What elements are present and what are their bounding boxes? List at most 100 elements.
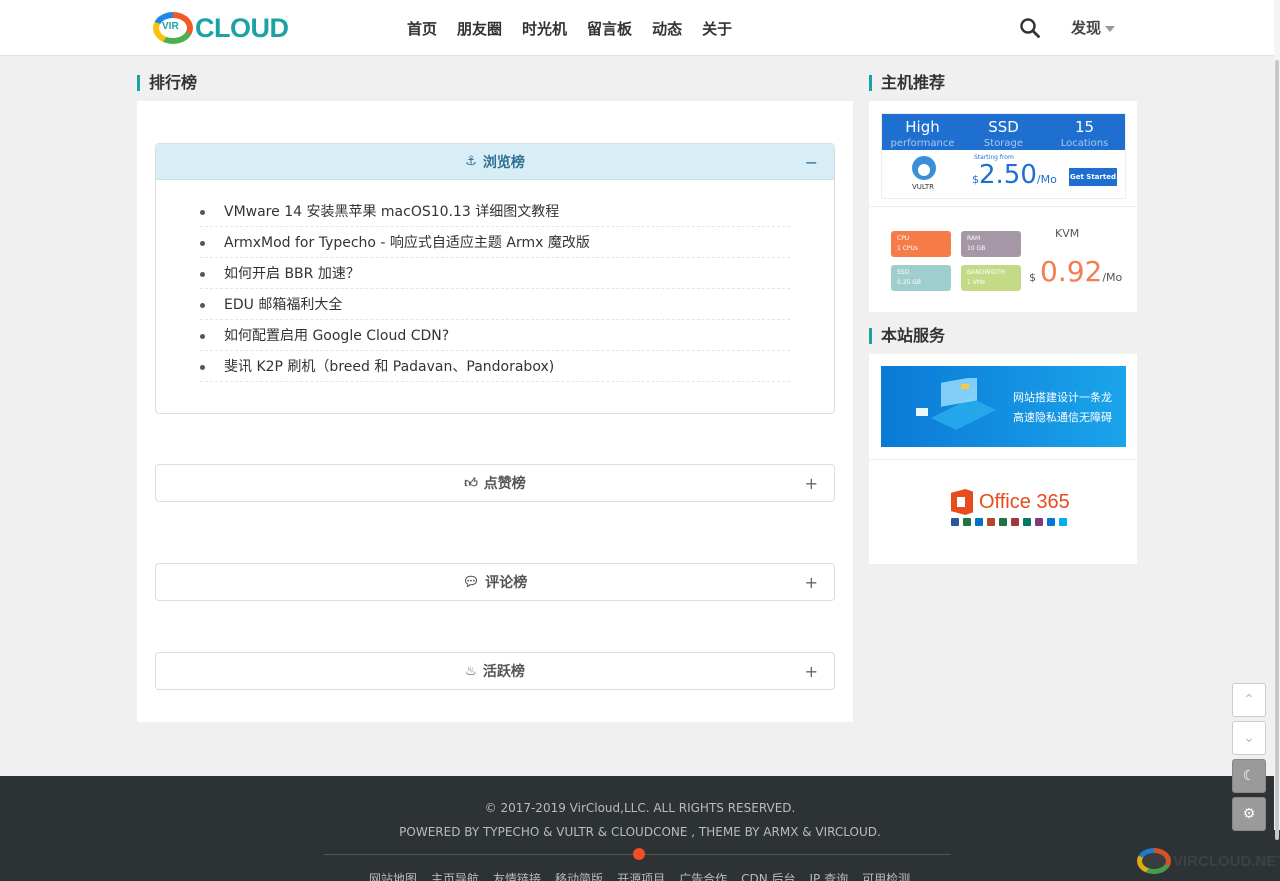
expand-icon[interactable]: + bbox=[805, 662, 818, 681]
panel-comments-label: 评论榜 bbox=[485, 575, 528, 591]
discover-dropdown[interactable]: 发现 bbox=[1071, 17, 1116, 38]
nav-item-home[interactable]: 首页 bbox=[407, 18, 437, 39]
list-item[interactable]: EDU 邮箱福利大全 bbox=[200, 289, 790, 320]
copyright-text: © 2017-2019 VirCloud,LLC. ALL RIGHTS RES… bbox=[484, 801, 796, 815]
panel-likes-label: 点赞榜 bbox=[483, 476, 526, 492]
footer-link[interactable]: 广告合作 bbox=[679, 870, 727, 881]
divider bbox=[869, 459, 1137, 460]
excel2-icon bbox=[999, 518, 1007, 526]
panel-active-header[interactable]: ♨ 活跃榜 + bbox=[156, 653, 834, 689]
discover-label: 发现 bbox=[1071, 19, 1102, 37]
list-item-link[interactable]: EDU 邮箱福利大全 bbox=[224, 297, 342, 313]
outlook-icon bbox=[975, 518, 983, 526]
watermark-logo: VIRCLOUD.NET bbox=[1137, 848, 1280, 874]
nav-item-dynamic[interactable]: 动态 bbox=[652, 18, 682, 39]
cloudcone-ad-banner[interactable]: CPU 1 CPUs RAM 10 GB SSD 0.25 GB BANDWIDTH 1… bbox=[881, 219, 1126, 303]
footer-link[interactable]: 开源项目 bbox=[617, 870, 665, 881]
panel-browse: ⚓ 浏览榜 − VMware 14 安装黑苹果 macOS10.13 详细图文教… bbox=[155, 143, 835, 414]
footer-links: 网站地图 主页导航 友情链接 移动简版 开源项目 广告合作 CDN 后台 IP … bbox=[369, 870, 924, 881]
list-item[interactable]: 如何配置启用 Google Cloud CDN? bbox=[200, 320, 790, 351]
office365-ad[interactable]: Office 365 bbox=[951, 489, 1070, 515]
panel-browse-label: 浏览榜 bbox=[482, 154, 525, 171]
ranking-title: 排行榜 bbox=[137, 73, 197, 93]
spec-box-cpu: CPU 1 CPUs bbox=[891, 231, 951, 257]
cloudcone-price: $0.92/Mo bbox=[1029, 255, 1123, 288]
vultr-brand: VULTR bbox=[912, 183, 934, 191]
panel-likes-header[interactable]: 👍︎ 点赞榜 + bbox=[156, 465, 834, 501]
nav-item-timemachine[interactable]: 时光机 bbox=[522, 18, 567, 39]
list-item[interactable]: VMware 14 安装黑苹果 macOS10.13 详细图文教程 bbox=[200, 196, 790, 227]
service-title: 本站服务 bbox=[869, 326, 945, 346]
gears-icon: ⚙ bbox=[1242, 806, 1256, 822]
office-logo-icon bbox=[951, 489, 973, 515]
panel-browse-header[interactable]: ⚓ 浏览榜 − bbox=[156, 144, 834, 180]
watermark-text: VIRCLOUD.NET bbox=[1173, 852, 1280, 870]
spec-box-bandwidth: BANDWIDTH 1 VMs bbox=[961, 265, 1021, 291]
list-item-link[interactable]: VMware 14 安装黑苹果 macOS10.13 详细图文教程 bbox=[224, 204, 559, 220]
spec-box-ssd: SSD 0.25 GB bbox=[891, 265, 951, 291]
service-banner[interactable]: 网站搭建设计一条龙 高速隐私通信无障碍 bbox=[881, 366, 1126, 447]
panel-comments-header[interactable]: 💬︎ 评论榜 + bbox=[156, 564, 834, 600]
footer-link[interactable]: 主页导航 bbox=[431, 870, 479, 881]
server-illustration-icon bbox=[916, 378, 996, 430]
word-icon bbox=[951, 518, 959, 526]
list-item-link[interactable]: 如何开启 BBR 加速？ bbox=[224, 266, 360, 282]
service-banner-text: 网站搭建设计一条龙 高速隐私通信无障碍 bbox=[1013, 391, 1112, 424]
powered-by-text: POWERED BY TYPECHO & VULTR & CLOUDCONE ,… bbox=[399, 825, 881, 839]
footer-link[interactable]: 移动简版 bbox=[555, 870, 603, 881]
footer-link[interactable]: 网站地图 bbox=[369, 870, 417, 881]
pin-icon: ⚓ bbox=[465, 154, 477, 169]
vultr-get-started-button[interactable]: Get Started bbox=[1069, 168, 1117, 186]
list-item[interactable]: ArmxMod for Typecho - 响应式自适应主题 Armx 魔改版 bbox=[200, 227, 790, 258]
logo-badge-text: VIR bbox=[162, 21, 179, 32]
service-card: 网站搭建设计一条龙 高速隐私通信无障碍 Office 365 bbox=[869, 354, 1137, 564]
list-item[interactable]: 如何开启 BBR 加速？ bbox=[200, 258, 790, 289]
nav-item-friends[interactable]: 朋友圈 bbox=[457, 18, 502, 39]
scroll-up-button[interactable]: ⌃ bbox=[1232, 683, 1266, 717]
footer-link[interactable]: CDN 后台 bbox=[741, 870, 795, 881]
search-icon[interactable] bbox=[1019, 17, 1041, 39]
expand-icon[interactable]: + bbox=[805, 474, 818, 493]
collapse-icon[interactable]: − bbox=[805, 153, 818, 172]
nav-item-guestbook[interactable]: 留言板 bbox=[587, 18, 632, 39]
powerpoint-icon bbox=[987, 518, 995, 526]
fire-icon: ♨ bbox=[465, 663, 477, 679]
scroll-down-button[interactable]: ⌄ bbox=[1232, 721, 1266, 755]
browse-rank-list: VMware 14 安装黑苹果 macOS10.13 详细图文教程 ArmxMo… bbox=[156, 180, 834, 382]
host-title: 主机推荐 bbox=[869, 73, 945, 93]
dark-mode-button[interactable]: ☾ bbox=[1232, 759, 1266, 793]
settings-button[interactable]: ⚙ bbox=[1232, 797, 1266, 831]
site-logo[interactable]: VIR CLOUD bbox=[153, 10, 289, 46]
chevron-up-icon: ⌃ bbox=[1243, 692, 1255, 708]
kvm-label: KVM bbox=[1055, 227, 1080, 240]
list-item-link[interactable]: 斐讯 K2P 刷机（breed 和 Padavan、Pandorabox) bbox=[224, 359, 554, 375]
logo-text: CLOUD bbox=[195, 12, 289, 43]
onedrive-icon bbox=[1047, 518, 1055, 526]
vultr-feature: SSD Storage bbox=[983, 118, 1024, 150]
panel-active: ♨ 活跃榜 + bbox=[155, 652, 835, 690]
vultr-bird-icon bbox=[912, 156, 936, 180]
expand-icon[interactable]: + bbox=[805, 573, 818, 592]
vultr-ad-banner[interactable]: High performance SSD Storage 15 Locations V… bbox=[881, 113, 1126, 199]
footer-link[interactable]: 可用检测 bbox=[862, 870, 910, 881]
vultr-price: $2.50/Mo bbox=[972, 160, 1057, 190]
vultr-feature: 15 Locations bbox=[1060, 118, 1109, 150]
site-footer: © 2017-2019 VirCloud,LLC. ALL RIGHTS RES… bbox=[0, 776, 1280, 881]
panel-active-label: 活跃榜 bbox=[482, 664, 525, 680]
chevron-down-icon bbox=[1105, 25, 1116, 32]
comment-icon: 💬︎ bbox=[462, 574, 480, 590]
ranking-card: ⚓ 浏览榜 − VMware 14 安装黑苹果 macOS10.13 详细图文教… bbox=[137, 101, 853, 722]
excel-icon bbox=[963, 518, 971, 526]
panel-likes: 👍︎ 点赞榜 + bbox=[155, 464, 835, 502]
host-ads-card: High performance SSD Storage 15 Locations V… bbox=[869, 101, 1137, 312]
footer-link[interactable]: 友情链接 bbox=[493, 870, 541, 881]
footer-link[interactable]: IP 查询 bbox=[810, 870, 849, 881]
divider bbox=[869, 206, 1137, 207]
skype-icon bbox=[1059, 518, 1067, 526]
list-item[interactable]: 斐讯 K2P 刷机（breed 和 Padavan、Pandorabox) bbox=[200, 351, 790, 382]
list-item-link[interactable]: ArmxMod for Typecho - 响应式自适应主题 Armx 魔改版 bbox=[224, 235, 590, 251]
nav-item-about[interactable]: 关于 bbox=[702, 18, 732, 39]
thumbs-up-icon: 👍︎ bbox=[464, 475, 478, 491]
page-scrollbar[interactable] bbox=[1274, 0, 1280, 840]
list-item-link[interactable]: 如何配置启用 Google Cloud CDN? bbox=[224, 328, 449, 344]
